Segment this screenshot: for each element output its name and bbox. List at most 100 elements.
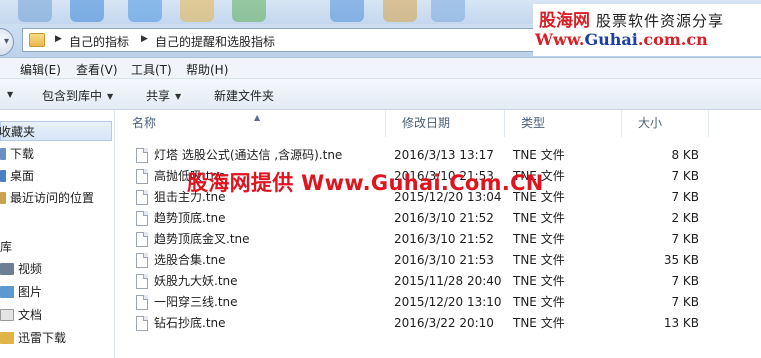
nav-item-pictures[interactable]: 图片: [0, 282, 42, 302]
file-modified: 2016/3/13 13:17: [394, 148, 494, 162]
file-type: TNE 文件: [513, 148, 565, 162]
nav-item-desktop[interactable]: 桌面: [0, 166, 34, 186]
share-label: 共享: [146, 89, 171, 103]
brand-url-part: Www.: [535, 30, 585, 49]
breadcrumb-item[interactable]: 自己的提醒和选股指标: [155, 33, 275, 50]
organize-caret-icon[interactable]: ▼: [2, 87, 13, 101]
file-modified: 2015/12/20 13:10: [394, 295, 502, 309]
file-icon: [136, 148, 148, 163]
column-header-size[interactable]: 大小: [622, 110, 709, 137]
file-modified: 2015/11/28 20:40: [394, 274, 502, 288]
file-type: TNE 文件: [513, 232, 565, 246]
file-name: 一阳穿三线.tne: [154, 295, 238, 309]
nav-item-documents[interactable]: 文档: [0, 305, 42, 325]
nav-item-label: 视频: [18, 262, 43, 276]
menu-edit[interactable]: 编辑(E): [20, 61, 61, 78]
column-header-label: 修改日期: [402, 116, 451, 130]
nav-favorites[interactable]: 收藏夹: [0, 121, 112, 141]
file-row[interactable]: 一阳穿三线.tne 2015/12/20 13:10 TNE 文件 7 KB: [116, 292, 761, 313]
share-button[interactable]: 共享 ▼: [146, 87, 181, 104]
file-name: 趋势顶底金叉.tne: [154, 232, 250, 246]
nav-item-label: 文档: [18, 308, 43, 322]
file-size: 7 KB: [671, 169, 699, 183]
column-header-label: 名称: [132, 116, 157, 130]
menu-tools[interactable]: 工具(T): [131, 61, 172, 78]
nav-item-label: 图片: [18, 285, 43, 299]
file-name: 选股合集.tne: [154, 253, 226, 267]
column-header-modified[interactable]: 修改日期: [386, 110, 505, 137]
nav-item-label: 迅雷下载: [18, 331, 67, 345]
nav-item-downloads[interactable]: 下载: [0, 144, 34, 164]
file-name: 妖股九大妖.tne: [154, 274, 238, 288]
file-icon: [136, 232, 148, 247]
nav-item-label: 最近访问的位置: [10, 191, 95, 205]
column-header-label: 类型: [521, 116, 546, 130]
chevron-right-icon[interactable]: ▶: [141, 34, 148, 44]
menu-bar: 编辑(E) 查看(V) 工具(T) 帮助(H): [0, 58, 761, 79]
breadcrumb-item[interactable]: 自己的指标: [69, 33, 129, 50]
brand-title-line: 股海网 股票软件资源分享: [539, 6, 724, 31]
file-name: 钻石抄底.tne: [154, 316, 226, 330]
menu-help[interactable]: 帮助(H): [186, 61, 228, 78]
file-icon: [136, 169, 148, 184]
brand-banner: 股海网 股票软件资源分享 Www.Guhai.com.cn: [533, 4, 761, 56]
command-toolbar: ▼ 包含到库中 ▼ 共享 ▼ 新建文件夹: [0, 79, 761, 110]
menu-view[interactable]: 查看(V): [76, 61, 118, 78]
file-size: 13 KB: [663, 316, 699, 330]
file-size: 2 KB: [671, 211, 699, 225]
brand-url-part: .com.cn: [637, 30, 708, 49]
back-button[interactable]: ▾: [0, 28, 14, 56]
recent-places-icon: [0, 192, 6, 204]
file-modified: 2016/3/10 21:53: [394, 253, 494, 267]
file-modified: 2016/3/10 21:52: [394, 211, 494, 225]
navigation-pane: 收藏夹 下载 桌面 最近访问的位置 库 视频 图片 文档 迅雷下载: [0, 110, 115, 358]
include-in-library-label: 包含到库中: [42, 89, 103, 103]
chevron-down-icon: ▼: [107, 92, 114, 101]
file-row[interactable]: 趋势顶底金叉.tne 2016/3/10 21:52 TNE 文件 7 KB: [116, 229, 761, 250]
desktop-icon: [0, 170, 6, 182]
sort-ascending-icon: ▲: [254, 113, 261, 122]
chevron-right-icon[interactable]: ▶: [55, 34, 62, 44]
nav-item-videos[interactable]: 视频: [0, 259, 42, 279]
file-size: 35 KB: [663, 253, 699, 267]
file-icon: [136, 295, 148, 310]
app-icon-7: [383, 0, 417, 22]
document-icon: [0, 309, 14, 321]
chevron-down-icon: ▼: [175, 92, 182, 101]
file-row[interactable]: 妖股九大妖.tne 2015/11/28 20:40 TNE 文件 7 KB: [116, 271, 761, 292]
video-icon: [0, 263, 14, 275]
app-icon-4: [180, 0, 214, 22]
app-icon-2: [70, 0, 104, 22]
nav-item-label: 桌面: [10, 169, 35, 183]
nav-item-recent[interactable]: 最近访问的位置: [0, 188, 94, 208]
file-size: 7 KB: [671, 295, 699, 309]
file-icon: [136, 190, 148, 205]
column-header-type[interactable]: 类型: [505, 110, 622, 137]
app-icon-6: [330, 0, 364, 22]
file-row[interactable]: 选股合集.tne 2016/3/10 21:53 TNE 文件 35 KB: [116, 250, 761, 271]
app-icon-3: [128, 0, 162, 22]
file-modified: 2016/3/22 20:10: [394, 316, 494, 330]
app-icon-1: [18, 0, 52, 22]
file-row[interactable]: 钻石抄底.tne 2016/3/22 20:10 TNE 文件 13 KB: [116, 313, 761, 334]
brand-slogan: 股票软件资源分享: [596, 12, 725, 30]
brand-url: Www.Guhai.com.cn: [535, 30, 708, 49]
file-modified: 2016/3/10 21:52: [394, 232, 494, 246]
nav-libraries-label: 库: [0, 240, 13, 254]
nav-item-thunder-downloads[interactable]: 迅雷下载: [0, 328, 66, 348]
file-row[interactable]: 灯塔 选股公式(通达信 ,含源码).tne 2016/3/13 13:17 TN…: [116, 145, 761, 166]
file-type: TNE 文件: [513, 274, 565, 288]
file-row[interactable]: 趋势顶底.tne 2016/3/10 21:52 TNE 文件 2 KB: [116, 208, 761, 229]
picture-icon: [0, 286, 14, 298]
column-header-name[interactable]: 名称 ▲: [116, 110, 386, 137]
file-type: TNE 文件: [513, 253, 565, 267]
file-name: 灯塔 选股公式(通达信 ,含源码).tne: [154, 148, 343, 162]
include-in-library-button[interactable]: 包含到库中 ▼: [42, 87, 113, 104]
file-type: TNE 文件: [513, 211, 565, 225]
column-header-label: 大小: [638, 116, 663, 130]
nav-libraries[interactable]: 库: [0, 237, 12, 257]
new-folder-button[interactable]: 新建文件夹: [214, 87, 274, 104]
file-list-pane: 名称 ▲ 修改日期 类型 大小 灯塔 选股公式(通达信 ,含源码).tne 201…: [116, 110, 761, 358]
file-icon: [136, 316, 148, 331]
file-icon: [136, 253, 148, 268]
